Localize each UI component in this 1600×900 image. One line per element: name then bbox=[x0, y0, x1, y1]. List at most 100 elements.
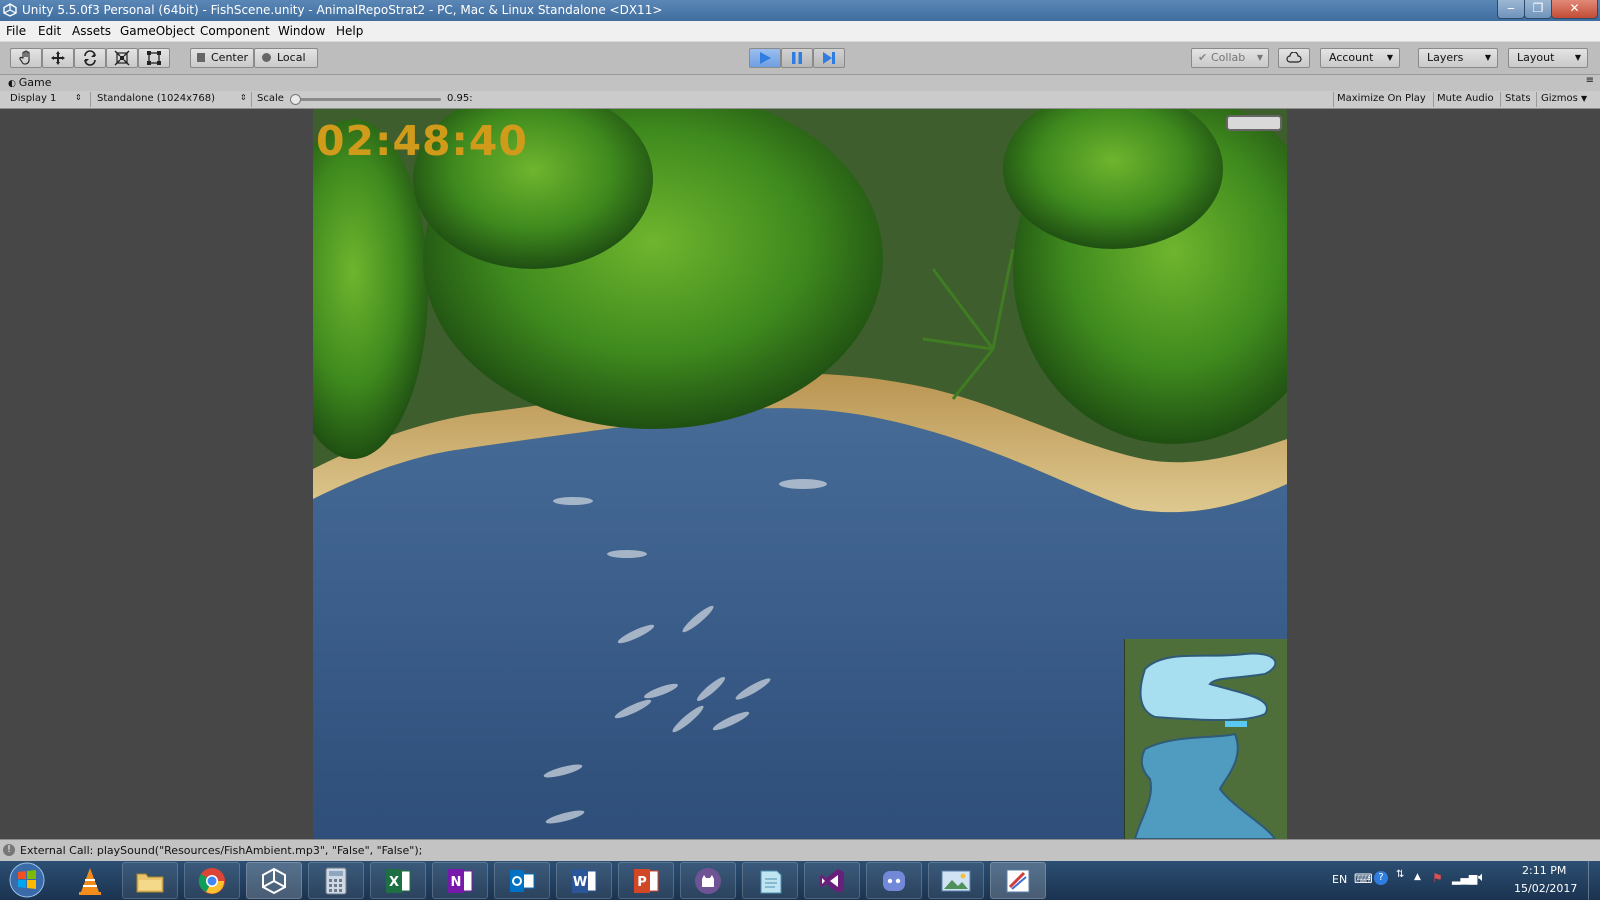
step-button[interactable] bbox=[813, 48, 845, 68]
play-button[interactable] bbox=[749, 48, 781, 68]
svg-text:X: X bbox=[389, 875, 399, 890]
scale-tool-button[interactable] bbox=[106, 48, 138, 68]
start-button[interactable] bbox=[4, 862, 50, 899]
menu-gameobject[interactable]: GameObject bbox=[120, 24, 195, 38]
taskbar-word[interactable]: W bbox=[556, 862, 612, 899]
tab-game[interactable]: ◐ Game bbox=[8, 76, 51, 89]
resolution-dropdown[interactable]: Standalone (1024x768) ⇕ bbox=[97, 93, 247, 104]
close-button[interactable]: ✕ bbox=[1551, 0, 1598, 19]
game-view-toolbar: Display 1 ⇕ Standalone (1024x768) ⇕ Scale … bbox=[0, 91, 1600, 109]
account-dropdown[interactable]: Account ▼ bbox=[1320, 48, 1400, 68]
game-hud-button[interactable] bbox=[1226, 115, 1282, 131]
restore-button[interactable]: ❐ bbox=[1524, 0, 1552, 19]
game-view[interactable]: 02:48:40 bbox=[0, 109, 1600, 839]
scale-slider-track[interactable] bbox=[293, 98, 441, 101]
rotate-icon bbox=[84, 50, 96, 66]
console-status-bar[interactable]: ! External Call: playSound("Resources/Fi… bbox=[0, 839, 1600, 862]
notepad-icon bbox=[760, 870, 782, 893]
taskbar-photo-viewer[interactable] bbox=[928, 862, 984, 899]
scale-icon bbox=[114, 50, 130, 66]
unity-icon bbox=[262, 867, 286, 894]
help-icon[interactable]: ? bbox=[1374, 871, 1388, 885]
taskbar-visual-studio[interactable] bbox=[804, 862, 860, 899]
taskbar-powerpoint[interactable]: P bbox=[618, 862, 674, 899]
visual-studio-icon bbox=[820, 868, 844, 893]
window-title-bar[interactable]: Unity 5.5.0f3 Personal (64bit) - FishSce… bbox=[0, 0, 1600, 21]
maximize-on-play-toggle[interactable]: Maximize On Play bbox=[1337, 93, 1426, 104]
divider bbox=[1433, 92, 1434, 107]
taskbar-chrome[interactable] bbox=[184, 862, 240, 899]
photo-icon bbox=[941, 870, 971, 891]
divider bbox=[90, 92, 91, 107]
rect-tool-button[interactable] bbox=[138, 48, 170, 68]
action-center-flag-icon[interactable]: ⚑ bbox=[1432, 871, 1443, 885]
menu-help[interactable]: Help bbox=[336, 24, 363, 38]
cloud-icon bbox=[1286, 52, 1302, 63]
move-arrows-icon bbox=[51, 51, 65, 65]
chevron-down-icon: ▼ bbox=[1386, 53, 1393, 62]
taskbar-outlook[interactable] bbox=[494, 862, 550, 899]
taskbar-paint[interactable] bbox=[990, 862, 1046, 899]
chevron-down-icon: ▼ bbox=[1256, 53, 1263, 62]
windows-taskbar: X N W P EN ⌨ ? ⇅ ▲ ⚑ ▂▄▆ 🔈︎ 2:11 PM 15/0… bbox=[0, 861, 1600, 900]
move-tool-button[interactable] bbox=[42, 48, 74, 68]
chevron-down-icon: ▼ bbox=[1574, 53, 1581, 62]
minimize-button[interactable]: ‒ bbox=[1497, 0, 1525, 19]
taskbar-notepad[interactable] bbox=[742, 862, 798, 899]
show-hidden-icons-icon[interactable]: ▲ bbox=[1414, 872, 1421, 882]
game-canvas[interactable]: 02:48:40 bbox=[313, 109, 1287, 839]
taskbar-calculator[interactable] bbox=[308, 862, 364, 899]
gizmos-dropdown[interactable]: Gizmos ▼ bbox=[1541, 93, 1587, 104]
powerpoint-icon: P bbox=[634, 868, 659, 893]
menu-file[interactable]: File bbox=[6, 24, 26, 38]
pause-button[interactable] bbox=[781, 48, 813, 68]
layers-dropdown[interactable]: Layers ▼ bbox=[1418, 48, 1498, 68]
svg-text:N: N bbox=[451, 875, 462, 890]
show-desktop-button[interactable] bbox=[1588, 861, 1600, 900]
language-indicator[interactable]: EN bbox=[1332, 873, 1347, 886]
taskbar-vlc[interactable] bbox=[62, 862, 118, 899]
taskbar-onenote[interactable]: N bbox=[432, 862, 488, 899]
console-info-icon: ! bbox=[3, 844, 15, 856]
layers-label: Layers bbox=[1427, 51, 1464, 64]
excel-icon: X bbox=[386, 868, 411, 893]
menu-edit[interactable]: Edit bbox=[38, 24, 61, 38]
chevron-down-icon: ▼ bbox=[1581, 94, 1588, 103]
signal-strength-icon[interactable]: ▂▄▆ bbox=[1452, 872, 1477, 885]
stats-toggle[interactable]: Stats bbox=[1505, 93, 1531, 104]
menu-assets[interactable]: Assets bbox=[72, 24, 111, 38]
collab-dropdown[interactable]: ✔ Collab ▼ bbox=[1191, 48, 1269, 68]
keyboard-icon[interactable]: ⌨ bbox=[1354, 872, 1373, 887]
menu-window[interactable]: Window bbox=[278, 24, 325, 38]
menu-bar: File Edit Assets GameObject Component Wi… bbox=[0, 21, 1600, 42]
display-dropdown[interactable]: Display 1 ⇕ bbox=[10, 93, 82, 104]
cloud-button[interactable] bbox=[1278, 48, 1310, 68]
pivot-label: Center bbox=[211, 51, 249, 64]
hand-icon bbox=[19, 50, 30, 65]
clock-date[interactable]: 15/02/2017 bbox=[1514, 882, 1577, 895]
pivot-center-toggle[interactable]: Center bbox=[190, 48, 254, 68]
minimap[interactable] bbox=[1124, 639, 1287, 839]
unity-logo-icon bbox=[3, 3, 17, 17]
menu-component[interactable]: Component bbox=[200, 24, 270, 38]
taskbar-excel[interactable]: X bbox=[370, 862, 426, 899]
space-local-toggle[interactable]: Local bbox=[254, 48, 318, 68]
clock-time[interactable]: 2:11 PM bbox=[1522, 864, 1566, 877]
account-label: Account bbox=[1329, 51, 1374, 64]
console-message: External Call: playSound("Resources/Fish… bbox=[20, 844, 423, 857]
taskbar-file-explorer[interactable] bbox=[122, 862, 178, 899]
panel-menu-icon[interactable]: ≡ bbox=[1586, 75, 1594, 86]
network-adapter-icon[interactable]: ⇅ bbox=[1396, 869, 1404, 880]
volume-icon[interactable]: 🔈︎ bbox=[1478, 870, 1486, 885]
rotate-tool-button[interactable] bbox=[74, 48, 106, 68]
taskbar-discord[interactable] bbox=[866, 862, 922, 899]
scale-slider-thumb[interactable] bbox=[290, 94, 302, 105]
collab-check-icon: ✔ bbox=[1198, 51, 1208, 64]
taskbar-github-desktop[interactable] bbox=[680, 862, 736, 899]
mute-audio-toggle[interactable]: Mute Audio bbox=[1437, 93, 1494, 104]
taskbar-unity[interactable] bbox=[246, 862, 302, 899]
layout-dropdown[interactable]: Layout ▼ bbox=[1508, 48, 1588, 68]
scale-label: Scale bbox=[257, 93, 284, 104]
main-toolbar: Center Local ✔ Collab ▼ Account ▼ Layers… bbox=[0, 42, 1600, 75]
hand-tool-button[interactable] bbox=[10, 48, 42, 68]
